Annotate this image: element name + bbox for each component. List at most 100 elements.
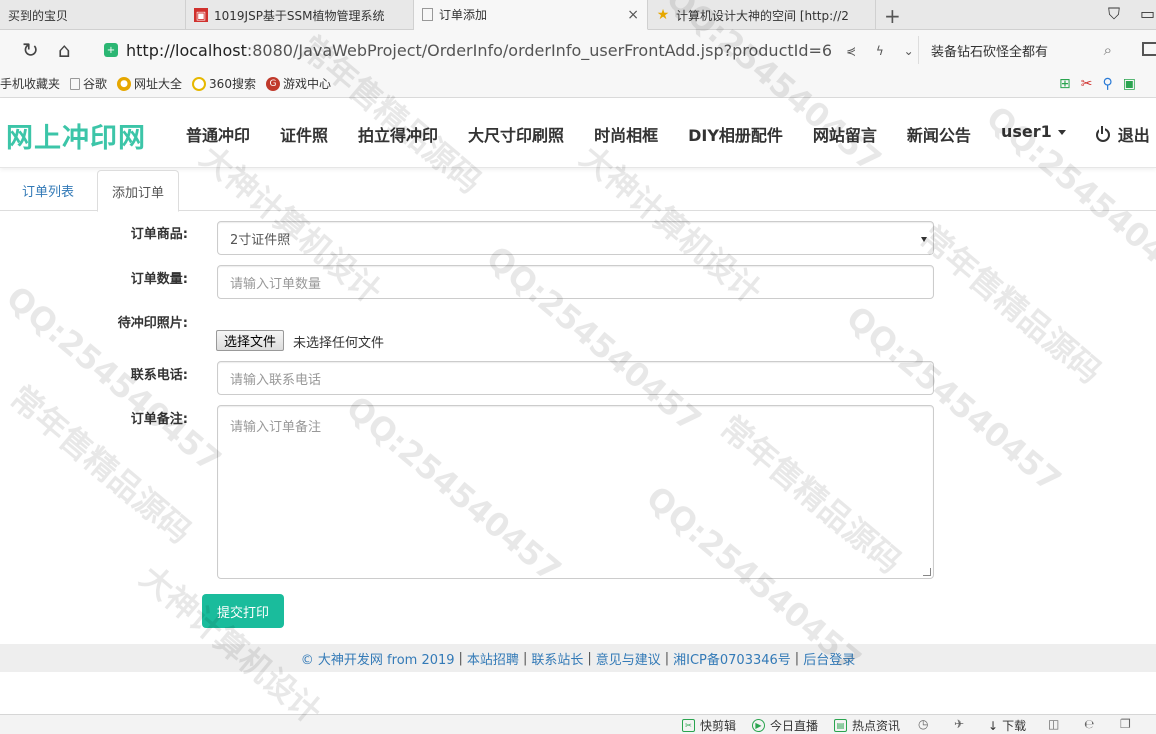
url-path: :8080/JavaWebProject/OrderInfo/orderInfo…	[246, 40, 833, 60]
nav-item[interactable]: 拍立得冲印	[358, 122, 438, 146]
footer-link[interactable]: 后台登录	[803, 649, 855, 668]
memo-textarea[interactable]: 请输入订单备注	[217, 405, 934, 579]
phone-input[interactable]: 请输入联系电话	[217, 361, 934, 395]
choose-file-button[interactable]: 选择文件	[216, 330, 285, 351]
home-icon[interactable]: ⌂	[58, 38, 71, 62]
live-item[interactable]: ▶ 今日直播	[752, 717, 818, 734]
footer-link[interactable]: 联系站长	[531, 649, 583, 668]
quantity-placeholder: 请输入订单数量	[230, 276, 322, 292]
memo-placeholder: 请输入订单备注	[230, 420, 322, 435]
status-label: 快剪辑	[700, 719, 737, 733]
quick-clip-item[interactable]: ✂ 快剪辑	[682, 717, 736, 734]
power-icon	[1095, 126, 1110, 142]
search-input[interactable]: 装备钻石砍怪全都有 ⌕	[918, 36, 1124, 64]
bookmark-item[interactable]: 谷歌	[70, 75, 107, 92]
footer-link[interactable]: 本站招聘	[467, 649, 519, 668]
scissors-icon: ✂	[682, 719, 695, 732]
nav-item[interactable]: 证件照	[280, 122, 328, 146]
status-label: 下载	[1002, 719, 1027, 733]
product-selected-value: 2寸证件照	[230, 232, 291, 248]
window-icon[interactable]: ▭	[1140, 4, 1155, 23]
browser-tab[interactable]: ▣ 1019JSP基于SSM植物管理系统	[186, 0, 414, 30]
bookmark-label: 游戏中心	[282, 77, 331, 91]
browser-tab[interactable]: ★ 计算机设计大神的空间 [http://2	[648, 0, 876, 30]
new-tab-icon[interactable]: +	[884, 4, 901, 28]
chevron-down-icon	[921, 237, 927, 242]
news-item[interactable]: ▤ 热点资讯	[834, 717, 900, 734]
quantity-label: 订单数量:	[130, 272, 188, 287]
bookmark-item[interactable]: ● 网址大全	[117, 75, 182, 92]
news-icon: ▤	[834, 719, 847, 732]
logout-link[interactable]: 退出	[1095, 122, 1150, 146]
file-status: 未选择任何文件	[293, 336, 385, 351]
bookmark-label: 网址大全	[134, 77, 183, 91]
caret-down-icon	[1057, 130, 1066, 135]
nav-item[interactable]: DIY相册配件	[688, 122, 783, 146]
bookmark-label: 360搜索	[209, 77, 256, 91]
product-label: 订单商品:	[130, 227, 188, 242]
memo-label: 订单备注:	[130, 412, 188, 427]
nav-item[interactable]: 大尺寸印刷照	[468, 122, 564, 146]
star-icon: ★	[656, 7, 670, 23]
browser-tab-title: 订单添加	[439, 8, 488, 22]
browser-tab-active[interactable]: 订单添加 ×	[414, 0, 648, 30]
reload-icon[interactable]: ↻	[22, 38, 39, 62]
layout-icon[interactable]: ◫	[1048, 717, 1059, 731]
bookmark-item[interactable]: G 游戏中心	[265, 75, 331, 92]
submit-button[interactable]: 提交打印	[202, 594, 284, 628]
page-icon	[70, 77, 81, 90]
bookmark-item[interactable]: 手机收藏夹	[0, 75, 60, 92]
product-select[interactable]: 2寸证件照	[217, 221, 934, 255]
sidebar-icon[interactable]	[1142, 42, 1156, 56]
play-icon: ▶	[752, 719, 765, 732]
watermark-text: 大神计算机设计	[131, 553, 332, 732]
browser-tab[interactable]: 买到的宝贝	[0, 0, 186, 30]
history-icon[interactable]: ◷	[918, 717, 928, 731]
site-brand[interactable]: 网上冲印网	[6, 116, 146, 155]
bookmark-label: 手机收藏夹	[0, 77, 61, 91]
watermark-text: 常年售精品源码	[912, 217, 1109, 392]
footer-link[interactable]: 意见与建议	[596, 649, 661, 668]
nav-links: 普通冲印 证件照 拍立得冲印 大尺寸印刷照 时尚相框 DIY相册配件 网站留言 …	[186, 122, 1156, 146]
browser-tab-title: 1019JSP基于SSM植物管理系统	[214, 8, 385, 23]
footer-copyright: © 大神开发网 from 2019	[300, 652, 455, 668]
nav-item[interactable]: 普通冲印	[186, 122, 250, 146]
logout-label: 退出	[1117, 126, 1150, 145]
game-center-icon: G	[265, 76, 280, 91]
close-tab-icon[interactable]: ×	[627, 7, 639, 23]
tab-order-list[interactable]: 订单列表	[8, 170, 88, 211]
ie-icon[interactable]: ℮	[1084, 717, 1094, 731]
shirt-skin-icon[interactable]: ⛉	[1108, 4, 1120, 24]
photo-label: 待冲印照片:	[117, 316, 188, 331]
nav-item[interactable]: 时尚相框	[594, 122, 658, 146]
page-icon	[422, 8, 433, 21]
browser-status-bar: ✂ 快剪辑 ▶ 今日直播 ▤ 热点资讯 ◷ ✈ ↓ 下载 ◫ ℮ ❐	[0, 714, 1156, 734]
resize-grip-icon[interactable]	[923, 568, 931, 576]
share-icon[interactable]: ⋞ ϟ ⌄	[846, 44, 922, 58]
search-icon[interactable]: ⌕	[1104, 41, 1112, 59]
secure-shield-icon: +	[104, 43, 118, 57]
status-label: 热点资讯	[852, 719, 901, 733]
toolbar-extension-icons[interactable]: ⊞✂⚲▣	[1059, 76, 1146, 92]
window-restore-icon[interactable]: ❐	[1120, 717, 1131, 731]
nav-item[interactable]: 新闻公告	[907, 122, 971, 146]
url-field[interactable]: + http://localhost :8080/JavaWebProject/…	[104, 36, 914, 64]
browser-tab-title: 计算机设计大神的空间 [http://2	[676, 8, 849, 23]
download-item[interactable]: ↓ 下载	[988, 717, 1026, 734]
phone-placeholder: 请输入联系电话	[230, 372, 322, 388]
user-name: user1	[1000, 122, 1052, 141]
footer-link[interactable]: 湘ICP备0703346号	[673, 649, 791, 668]
download-icon: ↓	[988, 718, 999, 733]
user-menu[interactable]: user1	[1001, 122, 1066, 146]
url-host: http://localhost	[126, 40, 247, 60]
tab-add-order[interactable]: 添加订单	[97, 170, 180, 212]
pin-icon[interactable]: ✈	[954, 717, 964, 731]
browser-tab-strip: 买到的宝贝 ▣ 1019JSP基于SSM植物管理系统 订单添加 × ★ 计算机设…	[0, 0, 1156, 30]
quantity-input[interactable]: 请输入订单数量	[217, 265, 934, 299]
bookmark-item[interactable]: 360搜索	[192, 75, 256, 92]
status-label: 今日直播	[770, 719, 819, 733]
address-bar: ↻ ⌂ + http://localhost :8080/JavaWebProj…	[0, 30, 1156, 70]
site-favicon-icon: ▣	[194, 8, 208, 22]
nav-item[interactable]: 网站留言	[813, 122, 877, 146]
site-navbar: 网上冲印网 普通冲印 证件照 拍立得冲印 大尺寸印刷照 时尚相框 DIY相册配件…	[0, 98, 1156, 168]
